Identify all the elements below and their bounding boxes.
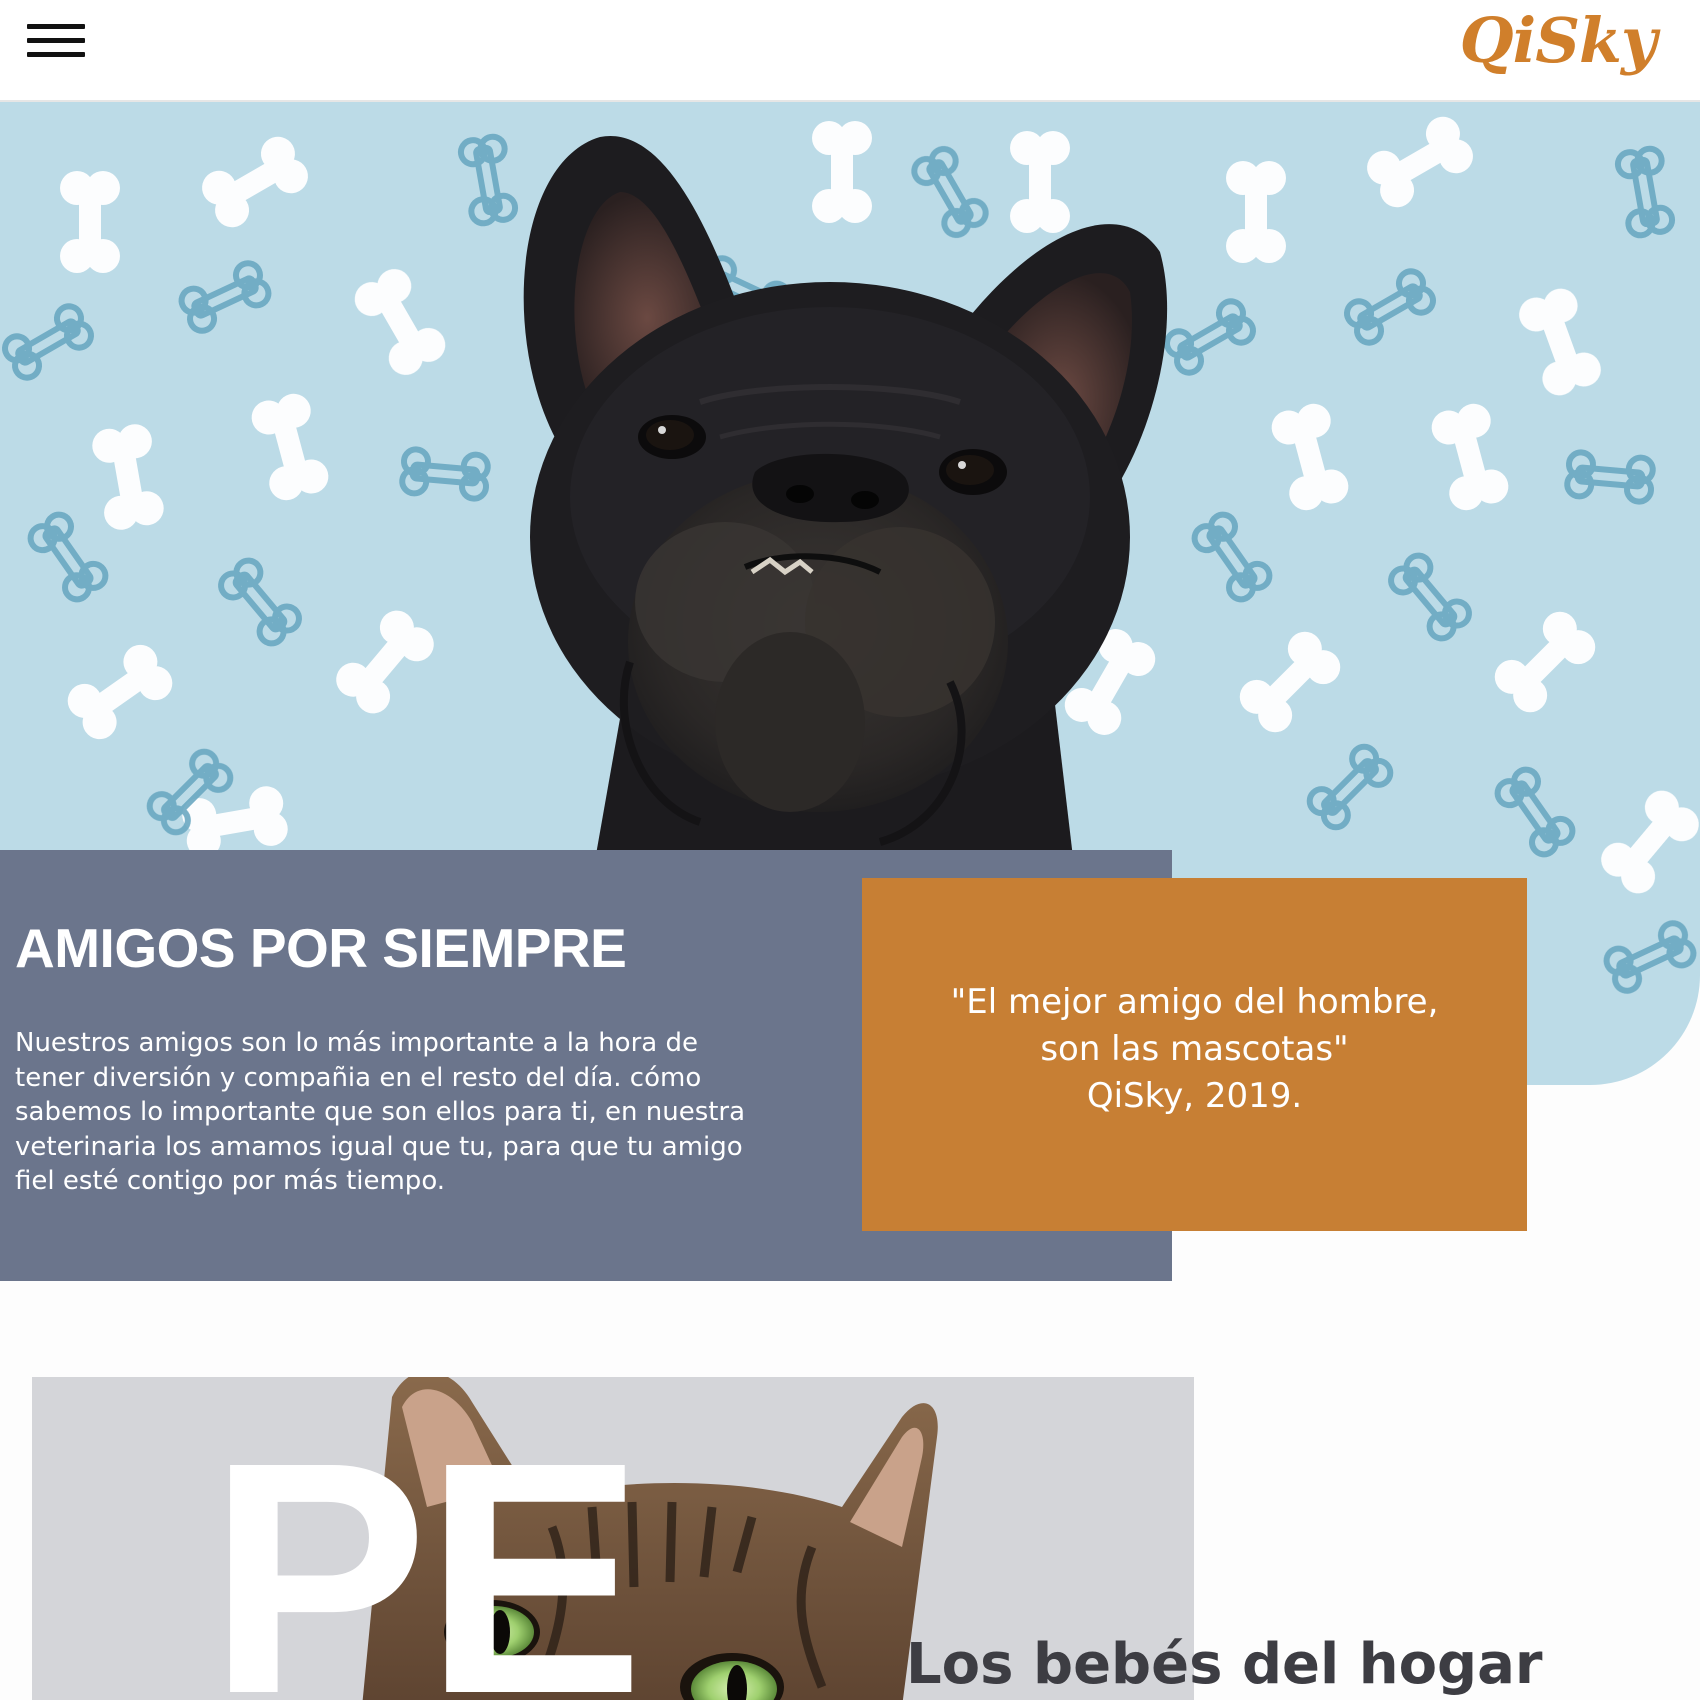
pets-big-text: PE: [208, 1393, 644, 1700]
quote-line-2: son las mascotas": [1040, 1029, 1349, 1069]
quote-attribution: QiSky, 2019.: [1086, 1076, 1303, 1116]
quote-line-1: "El mejor amigo del hombre,: [950, 982, 1439, 1022]
landing-page: QiSky AMIGOS POR SIEMPRE Nuestros amigos…: [0, 0, 1700, 1700]
brand-logo[interactable]: QiSky: [1460, 4, 1657, 78]
hamburger-menu-icon[interactable]: [27, 24, 85, 62]
quote-card: "El mejor amigo del hombre, son las masc…: [862, 878, 1527, 1231]
quote-text: "El mejor amigo del hombre, son las masc…: [951, 979, 1439, 1120]
intro-heading: AMIGOS POR SIEMPRE: [15, 917, 627, 979]
top-nav-bar: QiSky: [0, 0, 1700, 102]
pets-subtitle: Los bebés del hogar: [906, 1632, 1543, 1697]
intro-paragraph: Nuestros amigos son lo más importante a …: [15, 1028, 746, 1196]
